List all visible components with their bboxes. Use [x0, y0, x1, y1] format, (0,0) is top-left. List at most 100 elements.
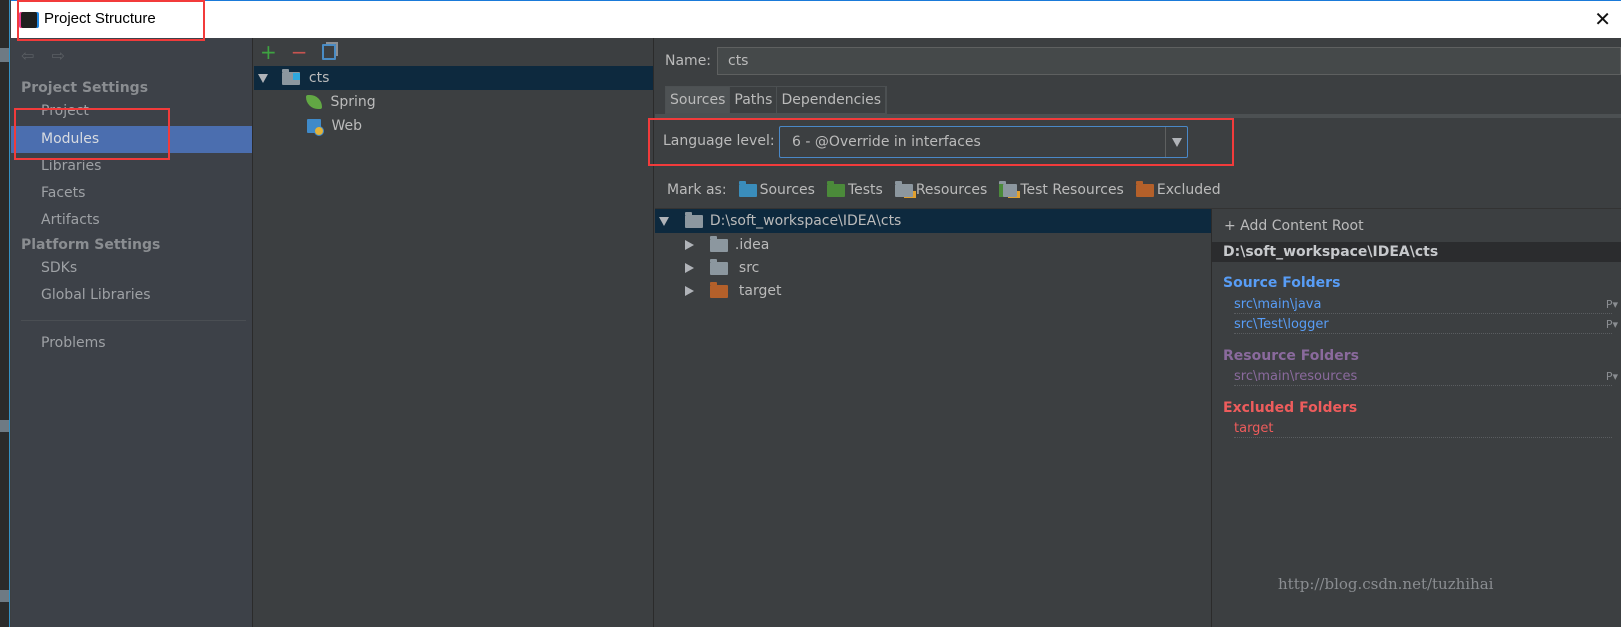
tests-folder-icon: [826, 180, 845, 197]
name-label: Name:: [665, 53, 712, 69]
modules-toolbar: + −: [260, 40, 336, 64]
folder-path: src\Test\logger: [1234, 317, 1329, 332]
source-folder-item[interactable]: src\Test\logger P▾: [1234, 316, 1618, 334]
sidebar-divider: [21, 320, 246, 321]
tree-label: target: [738, 283, 782, 299]
tree-label: src: [738, 260, 760, 276]
settings-sidebar: ⇦ ⇨ Project Settings Project Modules Lib…: [11, 38, 253, 627]
language-level-dropdown[interactable]: 6 - @Override in interfaces: [779, 126, 1188, 158]
sidebar-item-problems[interactable]: Problems: [11, 330, 252, 357]
excluded-folder-item[interactable]: target: [1234, 420, 1612, 438]
tab-dependencies[interactable]: Dependencies: [777, 87, 887, 113]
language-level-label: Language level:: [663, 133, 775, 149]
module-tree-item-cts[interactable]: cts: [254, 66, 653, 90]
collapsed-arrow-icon[interactable]: [685, 240, 694, 250]
navigation-arrows: ⇦ ⇨: [21, 46, 77, 65]
tree-row-src[interactable]: src: [655, 256, 1211, 280]
facet-label: Web: [331, 118, 362, 134]
tree-row-idea[interactable]: .idea: [655, 233, 1211, 257]
web-facet-icon: [307, 119, 324, 136]
folder-path: src\main\java: [1234, 297, 1322, 312]
sources-folder-icon: [738, 180, 757, 197]
watermark: http://blog.csdn.net/tuzhihai: [1278, 575, 1494, 593]
copy-module-button[interactable]: [321, 44, 336, 60]
package-prefix-icon[interactable]: P▾: [1606, 368, 1618, 386]
spring-leaf-icon: [306, 95, 322, 109]
sidebar-item-facets[interactable]: Facets: [11, 180, 252, 207]
source-folders-title: Source Folders: [1223, 275, 1341, 291]
mark-as-excluded-button[interactable]: Excluded: [1135, 180, 1221, 198]
expand-arrow-icon[interactable]: [659, 216, 669, 226]
title-bar: Project Structure ✕: [11, 0, 1621, 38]
expand-arrow-icon[interactable]: [258, 73, 268, 83]
modules-panel: + − cts Spring Web: [254, 38, 654, 627]
mark-as-test-resources-button[interactable]: Test Resources: [999, 180, 1124, 198]
folder-icon: [710, 258, 729, 275]
package-prefix-icon[interactable]: P▾: [1606, 316, 1618, 334]
folder-icon: [710, 235, 729, 252]
mark-as-resources-button[interactable]: Resources: [894, 180, 988, 198]
tab-divider: [655, 114, 1621, 118]
excluded-folder-icon: [1135, 180, 1154, 197]
module-tree-item-web[interactable]: Web: [254, 114, 653, 138]
tree-label: D:\soft_workspace\IDEA\cts: [709, 213, 902, 229]
folder-icon: [0, 48, 9, 62]
tab-sources[interactable]: Sources: [666, 87, 731, 113]
mark-label: Resources: [915, 182, 988, 198]
content-root-tree: D:\soft_workspace\IDEA\cts .idea src tar…: [655, 209, 1211, 627]
mark-as-tests-button[interactable]: Tests: [826, 180, 883, 198]
content-roots-panel: + Add Content Root D:\soft_workspace\IDE…: [1211, 209, 1621, 627]
sidebar-item-project[interactable]: Project: [11, 98, 252, 125]
content-root-path: D:\soft_workspace\IDEA\cts: [1212, 242, 1621, 262]
collapsed-arrow-icon[interactable]: [685, 263, 694, 273]
sidebar-item-artifacts[interactable]: Artifacts: [11, 207, 252, 234]
folder-path: src\main\resources: [1234, 369, 1358, 384]
add-content-root-button[interactable]: + Add Content Root: [1224, 218, 1364, 234]
intellij-app-icon: [21, 12, 37, 28]
chevron-down-icon: [1172, 138, 1182, 147]
platform-settings-header: Platform Settings: [21, 237, 161, 253]
mark-as-toolbar: Mark as: Sources Tests Resources Test Re…: [667, 180, 1221, 198]
folder-path: target: [1234, 421, 1274, 436]
sidebar-item-libraries[interactable]: Libraries: [11, 153, 252, 180]
module-tabs: Sources Paths Dependencies: [665, 86, 888, 114]
tree-label: .idea: [734, 237, 770, 253]
mark-label: Tests: [847, 182, 883, 198]
mark-label: Excluded: [1156, 182, 1221, 198]
dropdown-arrow-button[interactable]: [1165, 127, 1187, 157]
folder-icon: [0, 420, 9, 432]
add-module-button[interactable]: +: [260, 40, 277, 64]
test-resources-folder-icon: [999, 180, 1018, 197]
mark-label: Sources: [759, 182, 815, 198]
remove-module-button[interactable]: −: [291, 40, 308, 64]
facet-label: Spring: [330, 94, 376, 110]
tree-row-root[interactable]: D:\soft_workspace\IDEA\cts: [655, 209, 1211, 233]
module-tree-item-spring[interactable]: Spring: [254, 90, 653, 114]
background-ide-strip: [0, 0, 10, 627]
mark-as-sources-button[interactable]: Sources: [738, 180, 815, 198]
resources-folder-icon: [894, 180, 913, 197]
collapsed-arrow-icon[interactable]: [685, 286, 694, 296]
tab-paths[interactable]: Paths: [730, 87, 778, 113]
module-badge-icon: [293, 73, 301, 80]
project-settings-header: Project Settings: [21, 80, 149, 96]
resource-folder-item[interactable]: src\main\resources P▾: [1234, 368, 1618, 386]
folder-icon: [685, 211, 704, 228]
module-settings-panel: Name: Sources Paths Dependencies Languag…: [655, 38, 1621, 627]
tree-row-target[interactable]: target: [655, 279, 1211, 303]
module-name-input[interactable]: [717, 47, 1621, 75]
mark-label: Test Resources: [1020, 182, 1124, 198]
language-level-value: 6 - @Override in interfaces: [792, 134, 981, 150]
close-icon[interactable]: ✕: [1594, 7, 1611, 31]
source-folder-item[interactable]: src\main\java P▾: [1234, 296, 1618, 314]
window-title: Project Structure: [44, 10, 156, 27]
package-prefix-icon[interactable]: P▾: [1606, 296, 1618, 314]
back-arrow-icon[interactable]: ⇦: [21, 46, 34, 65]
sidebar-item-modules[interactable]: Modules: [11, 126, 252, 153]
forward-arrow-icon[interactable]: ⇨: [52, 46, 65, 65]
module-label: cts: [308, 70, 330, 86]
sidebar-item-sdks[interactable]: SDKs: [11, 255, 252, 282]
sidebar-item-global-libraries[interactable]: Global Libraries: [11, 282, 252, 309]
resource-folders-title: Resource Folders: [1223, 348, 1359, 364]
mark-as-label: Mark as:: [667, 182, 727, 198]
